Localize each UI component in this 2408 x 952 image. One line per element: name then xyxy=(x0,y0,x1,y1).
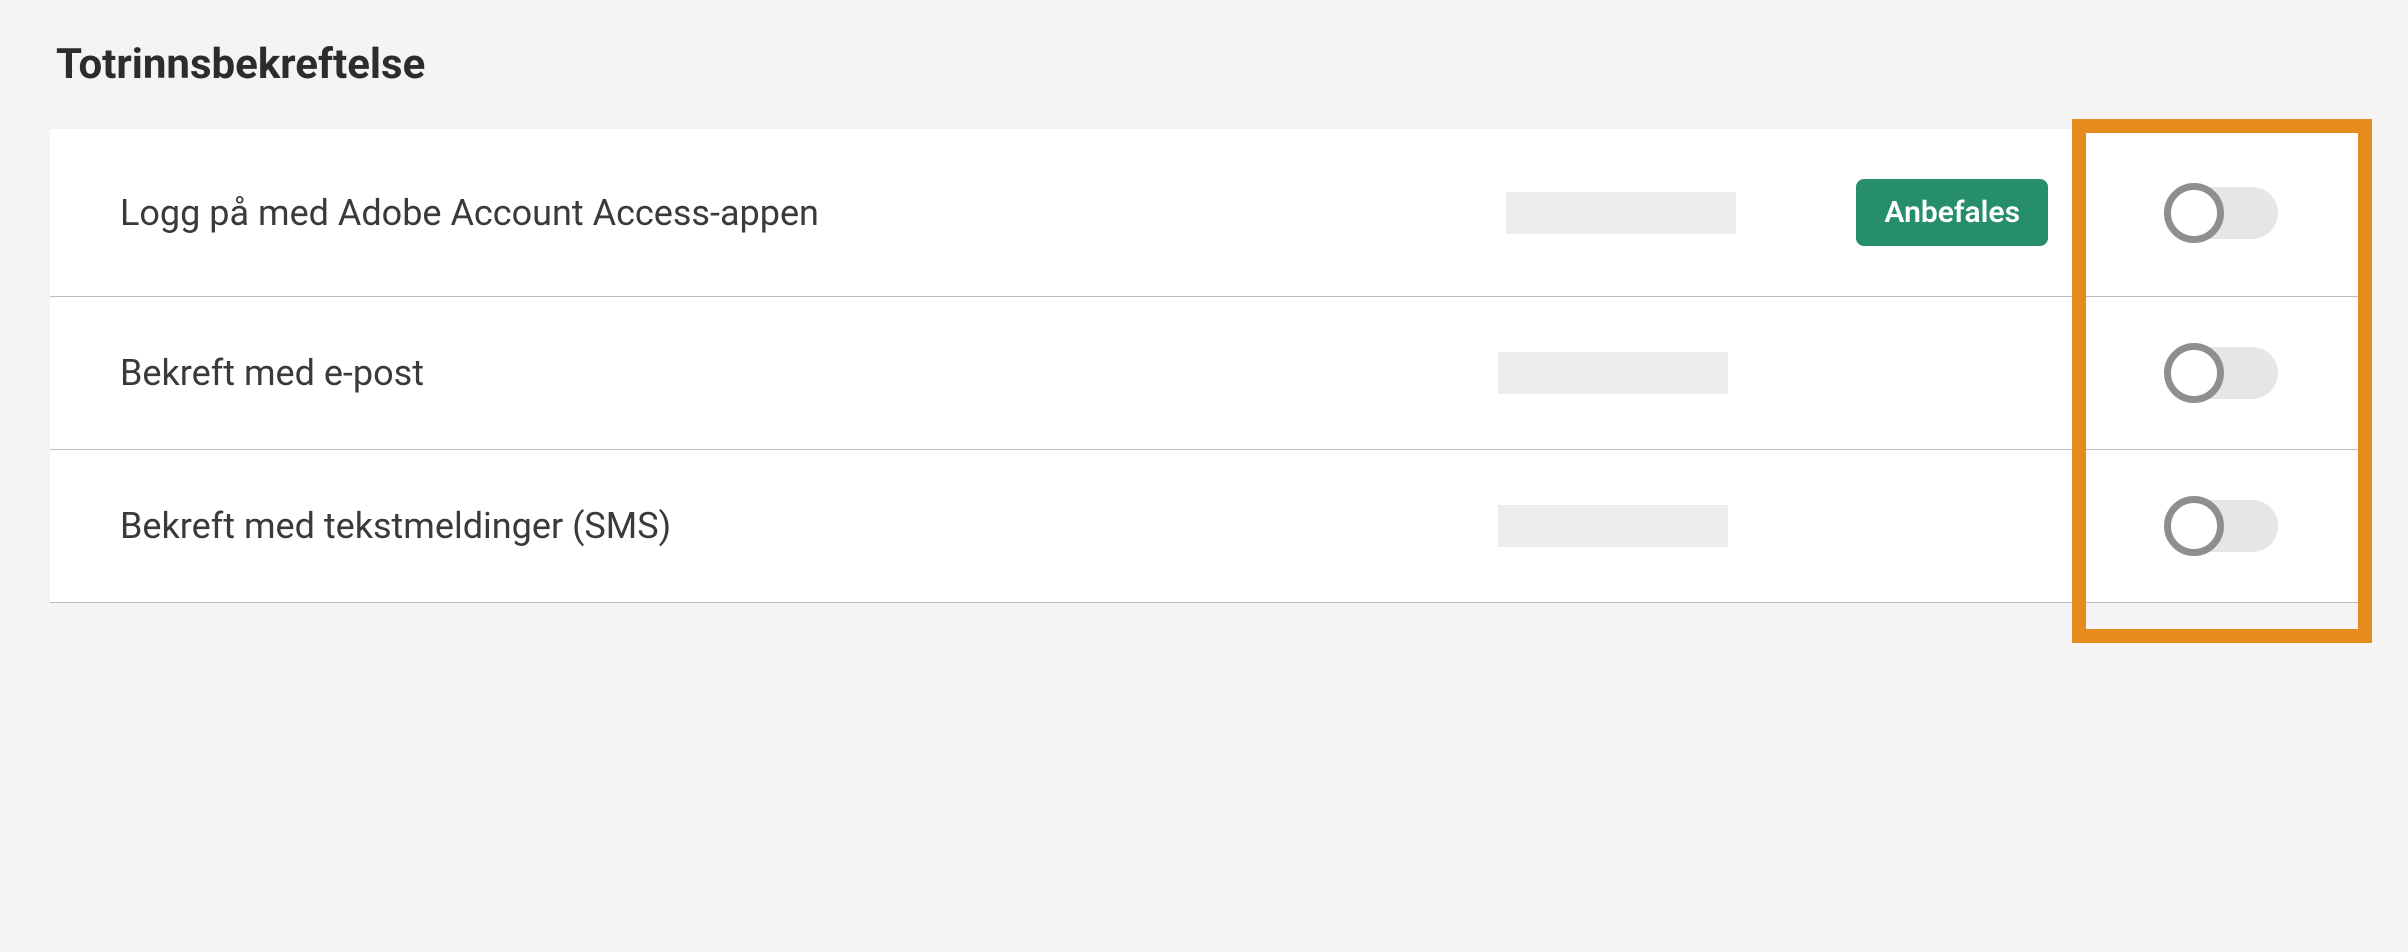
toggle-sms[interactable] xyxy=(2168,500,2278,552)
toggle-knob xyxy=(2164,183,2224,243)
two-step-card: Logg på med Adobe Account Access-appen A… xyxy=(50,129,2358,603)
row-label-sms: Bekreft med tekstmeldinger (SMS) xyxy=(120,505,671,547)
row-email: Bekreft med e-post xyxy=(50,297,2358,450)
redacted-block xyxy=(1498,505,1728,547)
toggle-adobe-app[interactable] xyxy=(2168,187,2278,239)
row-sms: Bekreft med tekstmeldinger (SMS) xyxy=(50,450,2358,603)
row-label-adobe-app: Logg på med Adobe Account Access-appen xyxy=(120,192,819,234)
toggle-knob xyxy=(2164,496,2224,556)
row-adobe-app: Logg på med Adobe Account Access-appen A… xyxy=(50,129,2358,297)
toggle-knob xyxy=(2164,343,2224,403)
row-label-email: Bekreft med e-post xyxy=(120,352,424,394)
section-title: Totrinnsbekreftelse xyxy=(56,40,2358,89)
toggle-email[interactable] xyxy=(2168,347,2278,399)
redacted-block xyxy=(1498,352,1728,394)
recommended-badge: Anbefales xyxy=(1856,179,2048,246)
redacted-block xyxy=(1506,192,1736,234)
